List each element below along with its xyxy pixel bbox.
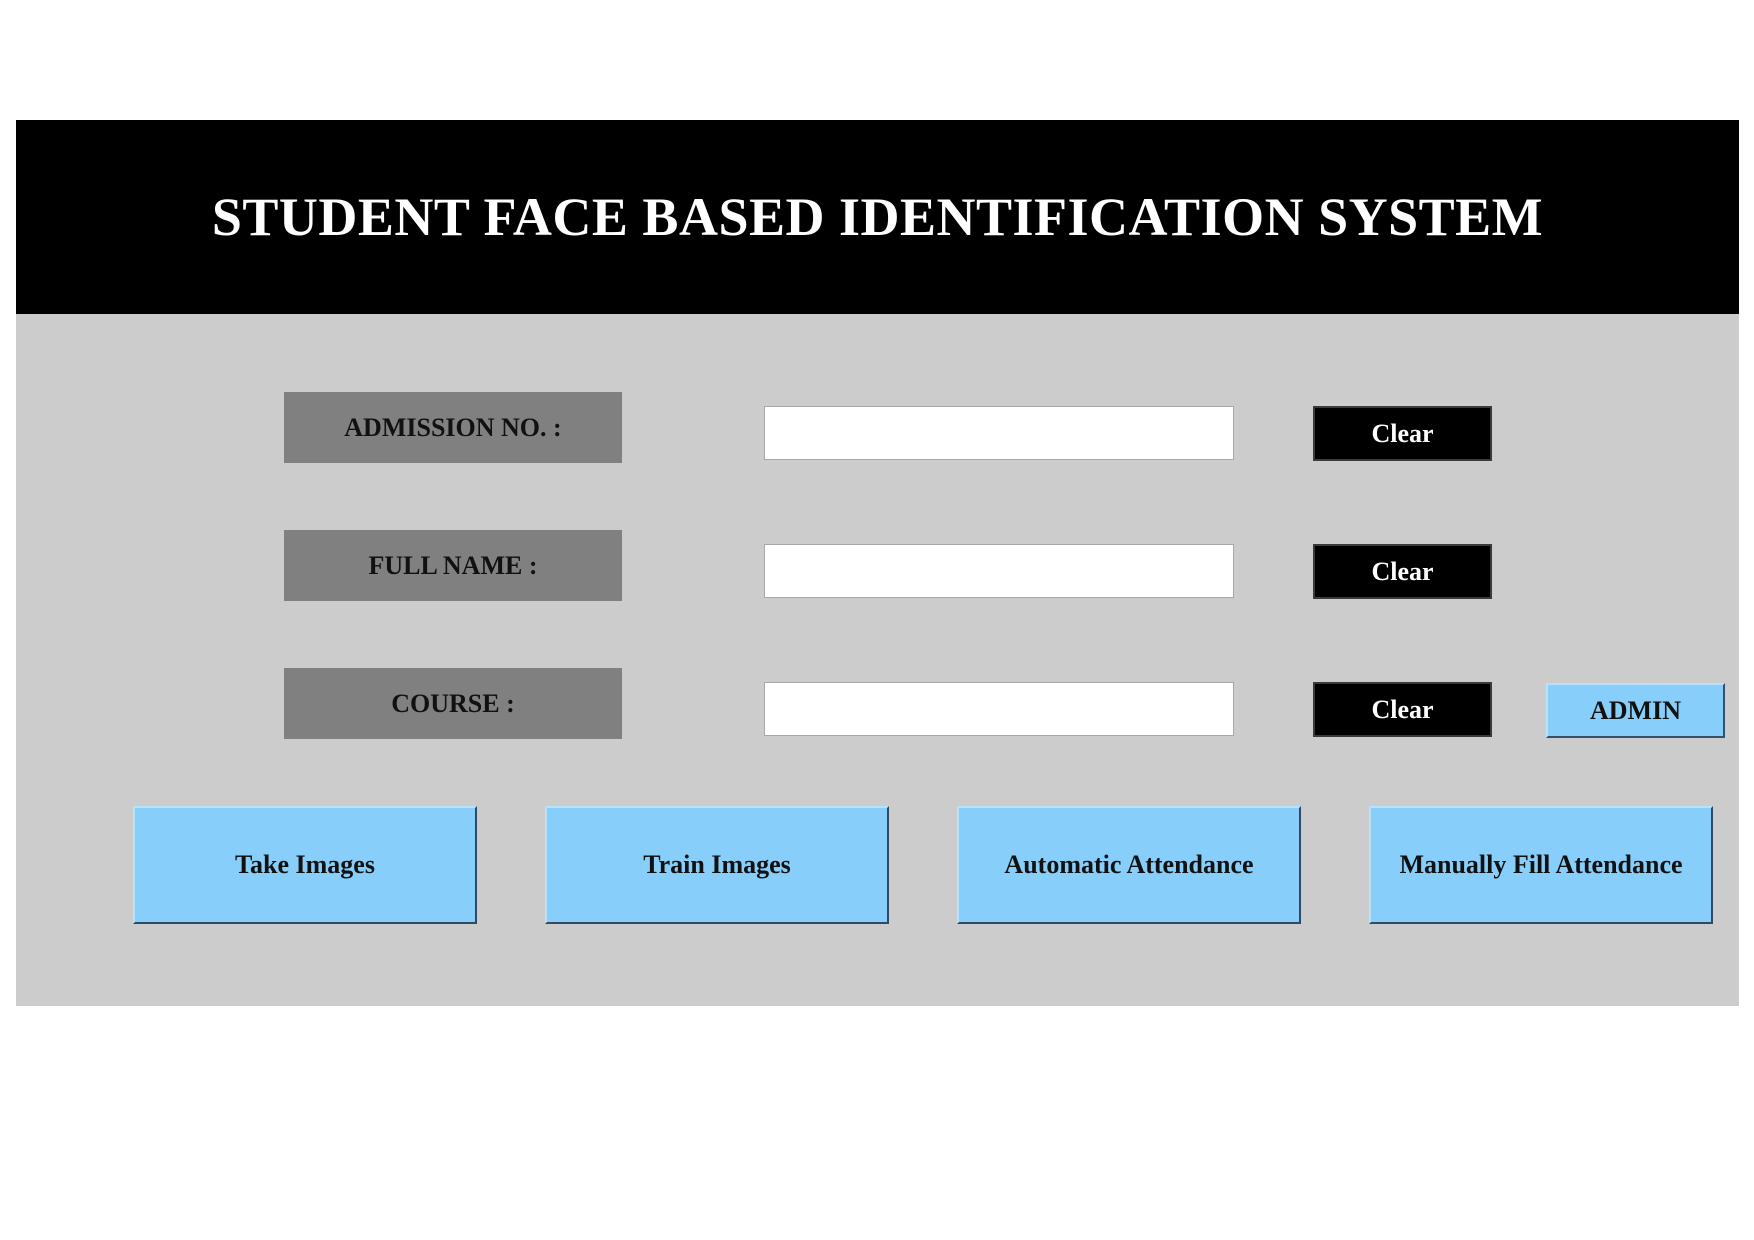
admin-button[interactable]: ADMIN	[1546, 683, 1725, 738]
main-window: STUDENT FACE BASED IDENTIFICATION SYSTEM…	[16, 120, 1739, 1006]
admission-no-label: ADMISSION NO. :	[284, 392, 622, 463]
admission-no-input[interactable]	[764, 406, 1234, 460]
full-name-label: FULL NAME :	[284, 530, 622, 601]
course-label: COURSE :	[284, 668, 622, 739]
clear-full-name-button[interactable]: Clear	[1313, 544, 1492, 599]
course-input[interactable]	[764, 682, 1234, 736]
clear-admission-button[interactable]: Clear	[1313, 406, 1492, 461]
clear-course-button[interactable]: Clear	[1313, 682, 1492, 737]
title-banner: STUDENT FACE BASED IDENTIFICATION SYSTEM	[16, 120, 1739, 314]
automatic-attendance-button[interactable]: Automatic Attendance	[957, 806, 1301, 924]
app-title: STUDENT FACE BASED IDENTIFICATION SYSTEM	[211, 187, 1544, 247]
full-name-input[interactable]	[764, 544, 1234, 598]
train-images-button[interactable]: Train Images	[545, 806, 889, 924]
manually-fill-attendance-button[interactable]: Manually Fill Attendance	[1369, 806, 1713, 924]
take-images-button[interactable]: Take Images	[133, 806, 477, 924]
